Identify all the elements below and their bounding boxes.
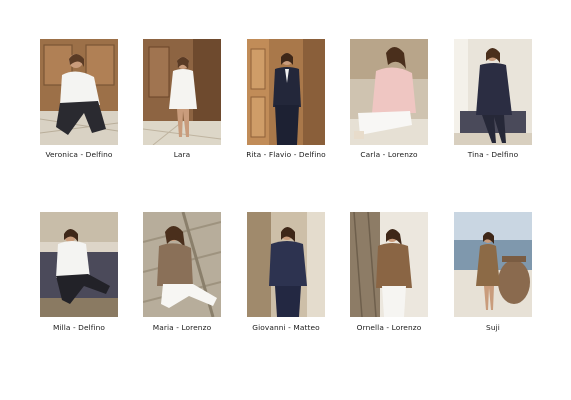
product-photo[interactable] [454,212,532,317]
product-photo[interactable] [40,212,118,317]
product-caption: Lara [173,150,191,159]
product-photo[interactable] [350,39,428,145]
product-caption: Veronica - Delfino [45,150,113,159]
product-photo[interactable] [143,39,221,145]
product-photo[interactable] [247,212,325,317]
product-photo[interactable] [247,39,325,145]
product-photo[interactable] [454,39,532,145]
product-caption: Tina - Delfino [467,150,519,159]
product-photo[interactable] [143,212,221,317]
product-photo[interactable] [350,212,428,317]
product-caption: Ornella - Lorenzo [356,323,422,332]
product-caption: Milla - Delfino [52,323,106,332]
product-caption: Carla - Lorenzo [360,150,418,159]
product-caption: Rita - Flavio - Delfino [246,150,326,159]
product-photo[interactable] [40,39,118,145]
lookbook-grid: Veronica - Delfino Lara Rita - Flavio - … [0,0,571,400]
product-caption: Giovanni - Matteo [252,323,320,332]
product-caption: Suji [486,323,500,332]
product-caption: Maria - Lorenzo [152,323,212,332]
